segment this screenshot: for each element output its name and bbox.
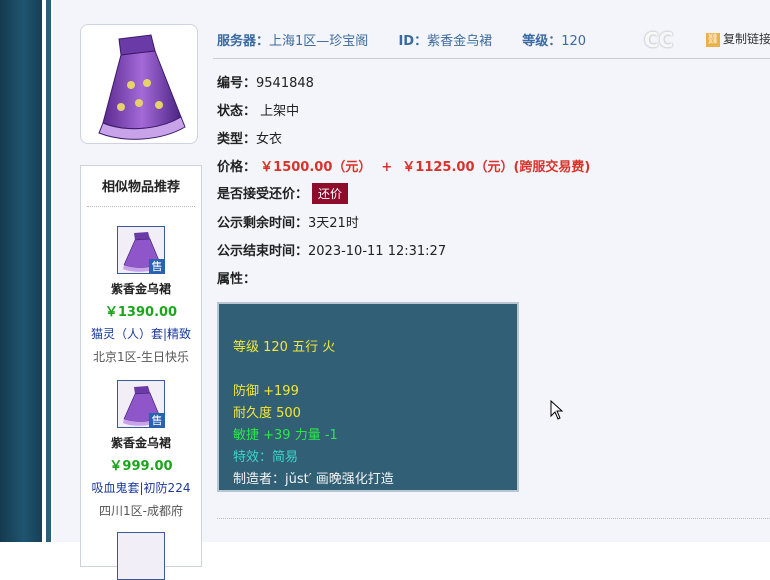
price-plus: + bbox=[381, 160, 393, 175]
attr-defense: 防御 +199 bbox=[233, 384, 299, 399]
attr-durability: 耐久度 500 bbox=[233, 406, 301, 421]
similar-item-server: 四川1区-成都府 bbox=[99, 504, 183, 518]
attr-maker: 制造者：jǔst′ 画晚强化打造 bbox=[233, 472, 394, 487]
price-row: 价格： ￥1500.00（元） + ￥1125.00（元）(跨服交易费) bbox=[217, 156, 590, 175]
attr-agility: 敏捷 +39 力量 -1 bbox=[233, 428, 338, 443]
left-dark-frame bbox=[0, 0, 42, 542]
similar-item-image[interactable] bbox=[117, 532, 165, 580]
attr-level-line: 等级 120 五行 火 bbox=[233, 340, 336, 355]
remaining-label: 公示剩余时间： bbox=[217, 216, 309, 231]
similar-item-image[interactable]: 售 bbox=[117, 380, 165, 428]
bargain-button[interactable]: 还价 bbox=[312, 183, 349, 204]
status-value: 上架中 bbox=[260, 104, 300, 119]
watermark-logo: CC bbox=[644, 28, 674, 52]
end-time-value: 2023-10-11 12:31:27 bbox=[308, 244, 447, 259]
similar-item-server: 北京1区-生日快乐 bbox=[93, 350, 189, 364]
type-value: 女衣 bbox=[256, 132, 283, 147]
remaining-value: 3天21时 bbox=[308, 216, 359, 231]
id-label: ID： bbox=[398, 34, 428, 49]
id-value: 紫香金乌裙 bbox=[427, 34, 493, 49]
serial-label: 编号： bbox=[217, 76, 257, 91]
similar-item-image[interactable]: 售 bbox=[117, 226, 165, 274]
similar-item-name[interactable]: 紫香金乌裙 bbox=[81, 434, 201, 451]
copy-link-button[interactable]: ⛓ 复制链接 bbox=[706, 30, 770, 47]
similar-item-attr[interactable]: 猫灵（人）套|精致 bbox=[81, 325, 201, 342]
bottom-divider bbox=[217, 518, 770, 519]
level-value: 120 bbox=[561, 34, 587, 49]
cross-server-fee: ￥1125.00（元）(跨服交易费) bbox=[402, 160, 591, 175]
similar-item-attr[interactable]: 吸血鬼套|初防224 bbox=[81, 479, 201, 496]
attributes-panel: 等级 120 五行 火 防御 +199 耐久度 500 敏捷 +39 力量 -1… bbox=[217, 302, 519, 492]
remaining-row: 公示剩余时间：3天21时 bbox=[217, 212, 359, 231]
attr-label: 属性： bbox=[217, 272, 257, 287]
end-time-label: 公示结束时间： bbox=[217, 244, 309, 259]
serial-value: 9541848 bbox=[256, 76, 314, 91]
bargain-row: 是否接受还价： 还价 bbox=[217, 183, 349, 204]
item-header: 服务器：上海1区—珍宝阁 ID：紫香金乌裙 等级：120 bbox=[217, 30, 587, 49]
attr-special: 特效：简易 bbox=[233, 450, 299, 465]
item-image bbox=[80, 24, 198, 144]
price-label: 价格： bbox=[217, 160, 257, 175]
attr-row: 属性： bbox=[217, 268, 256, 287]
serial-row: 编号：9541848 bbox=[217, 72, 314, 91]
type-label: 类型： bbox=[217, 132, 257, 147]
similar-item-name[interactable]: 紫香金乌裙 bbox=[81, 280, 201, 297]
server-label: 服务器： bbox=[217, 34, 270, 49]
sale-badge: 售 bbox=[149, 259, 165, 274]
server-value: 上海1区—珍宝阁 bbox=[269, 34, 369, 49]
mouse-cursor-icon bbox=[550, 400, 564, 420]
similar-item-price: ￥1390.00 bbox=[104, 305, 178, 320]
price-value: ￥1500.00（元） bbox=[260, 160, 372, 175]
sale-badge: 售 bbox=[149, 413, 165, 428]
similar-items-panel: 相似物品推荐 售 紫香金乌裙 ￥1390.00 猫灵（人）套|精致 北京1区-生… bbox=[80, 165, 202, 580]
status-label: 状态： bbox=[217, 104, 257, 119]
similar-item-price: ￥999.00 bbox=[109, 459, 173, 474]
end-time-row: 公示结束时间：2023-10-11 12:31:27 bbox=[217, 240, 446, 259]
similar-item[interactable]: 售 紫香金乌裙 ￥999.00 吸血鬼套|初防224 四川1区-成都府 bbox=[81, 380, 201, 519]
similar-item[interactable]: 售 紫香金乌裙 ￥1390.00 猫灵（人）套|精致 北京1区-生日快乐 bbox=[81, 226, 201, 365]
link-icon: ⛓ bbox=[706, 32, 720, 47]
similar-items-title: 相似物品推荐 bbox=[87, 166, 195, 207]
type-row: 类型：女衣 bbox=[217, 128, 282, 147]
header-divider bbox=[213, 58, 770, 59]
level-label: 等级： bbox=[522, 34, 562, 49]
copy-link-label: 复制链接 bbox=[723, 32, 770, 46]
skirt-icon bbox=[98, 34, 186, 140]
bargain-label: 是否接受还价： bbox=[217, 187, 309, 202]
status-row: 状态： 上架中 bbox=[217, 100, 299, 119]
left-frame-line bbox=[46, 0, 51, 542]
